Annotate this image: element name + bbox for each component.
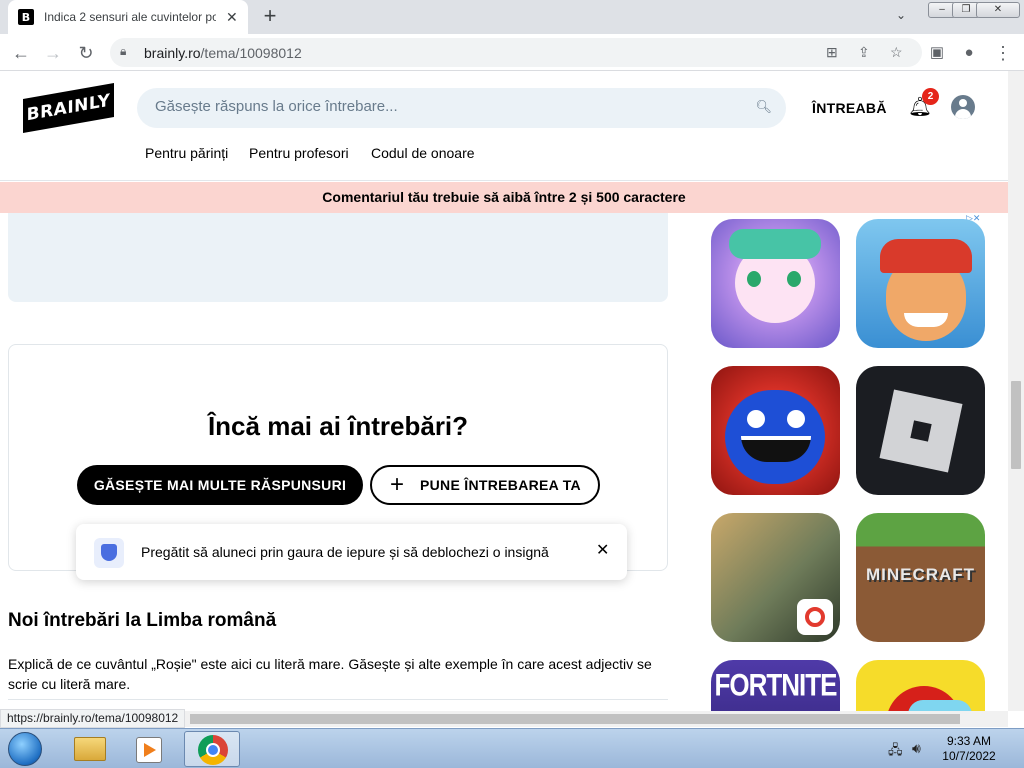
- media-player-icon[interactable]: [122, 731, 178, 767]
- among-us-app-icon[interactable]: [856, 660, 985, 711]
- answer-box-bottom: [8, 213, 668, 302]
- ask-your-question-button[interactable]: + PUNE ÎNTREBAREA TA: [370, 465, 600, 505]
- toast-message: Pregătit să aluneci prin gaura de iepure…: [141, 544, 549, 560]
- site-header: BRAINLY 🔍︎ ÎNTREABĂ 🔔︎ 2 Pentru părinți …: [0, 71, 1008, 181]
- volume-icon[interactable]: 🔊︎: [912, 740, 921, 757]
- chrome-taskbar-icon[interactable]: [184, 731, 240, 767]
- browser-tab[interactable]: B Indica 2 sensuri ale cuvintelor po ✕: [8, 0, 248, 34]
- lock-icon: 🔒︎: [120, 44, 127, 58]
- new-questions-title: Noi întrebări la Limba română: [8, 610, 277, 631]
- new-question-link[interactable]: Explică de ce cuvântul „Roșie" este aici…: [8, 654, 668, 694]
- address-bar[interactable]: 🔒︎ brainly.ro/tema/10098012 ⊞ ⇪ ☆: [110, 38, 922, 67]
- search-input[interactable]: [155, 98, 745, 115]
- poppy-playtime-app-icon[interactable]: [711, 366, 840, 495]
- ask-question-link[interactable]: ÎNTREABĂ: [812, 100, 887, 116]
- subway-surfers-app-icon[interactable]: [856, 219, 985, 348]
- clock-date: 10/7/2022: [942, 749, 996, 763]
- nav-honor-code-link[interactable]: Codul de onoare: [371, 145, 475, 161]
- status-bar-url: https://brainly.ro/tema/10098012: [0, 709, 186, 728]
- more-questions-title: Încă mai ai întrebări?: [207, 411, 469, 441]
- badge-shield-icon: [94, 538, 124, 568]
- main-column: Încă mai ai întrebări? GĂSEȘTE MAI MULTE…: [0, 213, 680, 711]
- tab-search-chevron-icon[interactable]: ⌄: [896, 8, 906, 22]
- menu-kebab-icon[interactable]: ⋮: [990, 40, 1016, 66]
- start-button[interactable]: [4, 731, 48, 767]
- free-fire-app-icon[interactable]: [711, 513, 840, 642]
- notification-count-badge: 2: [922, 88, 939, 105]
- system-clock[interactable]: 9:33 AM 10/7/2022: [938, 734, 1000, 764]
- share-icon[interactable]: ⇪: [858, 44, 870, 61]
- badge-toast: Pregătit să aluneci prin gaura de iepure…: [76, 524, 627, 580]
- fortnite-app-label: FORTNITE: [714, 666, 838, 703]
- bookmark-star-icon[interactable]: ☆: [890, 44, 903, 61]
- user-avatar[interactable]: [951, 95, 975, 119]
- minecraft-app-icon[interactable]: MINECRAFT: [856, 513, 985, 642]
- fortnite-app-icon[interactable]: FORTNITE: [711, 660, 840, 711]
- nav-teachers-link[interactable]: Pentru profesori: [249, 145, 349, 161]
- nav-parents-link[interactable]: Pentru părinți: [145, 145, 228, 161]
- file-explorer-icon[interactable]: [62, 731, 118, 767]
- windows-orb-icon: [8, 732, 42, 766]
- ad-app-grid: ▷✕ MINECRAFT FORTNITE: [700, 213, 1000, 711]
- close-window-button[interactable]: ✕: [976, 2, 1020, 18]
- reload-icon[interactable]: ↻: [73, 40, 99, 66]
- toast-close-icon[interactable]: ✕: [596, 540, 609, 560]
- back-arrow-icon[interactable]: ←: [8, 40, 34, 66]
- tab-close-icon[interactable]: ✕: [226, 9, 238, 26]
- tab-title: Indica 2 sensuri ale cuvintelor po: [44, 10, 216, 24]
- url-text: brainly.ro/tema/10098012: [144, 45, 302, 61]
- translate-icon[interactable]: ⊞: [826, 44, 838, 61]
- browser-tab-strip: B Indica 2 sensuri ale cuvintelor po ✕ +…: [0, 0, 1024, 34]
- forward-arrow-icon[interactable]: →: [40, 40, 66, 66]
- side-panel-icon[interactable]: ▣: [924, 40, 950, 66]
- comment-length-notice: Comentariul tău trebuie să aibă între 2 …: [0, 182, 1008, 213]
- browser-toolbar: ← → ↻ 🔒︎ brainly.ro/tema/10098012 ⊞ ⇪ ☆ …: [0, 34, 1024, 71]
- ask-your-question-label: PUNE ÎNTREBAREA TA: [420, 477, 581, 493]
- roblox-app-icon[interactable]: [856, 366, 985, 495]
- minecraft-app-label: MINECRAFT: [865, 565, 976, 584]
- brainly-favicon-icon: B: [18, 9, 34, 25]
- search-icon[interactable]: 🔍︎: [755, 99, 772, 115]
- network-icon[interactable]: 🖧︎: [888, 741, 903, 763]
- new-tab-button[interactable]: +: [258, 5, 282, 29]
- web-page: BRAINLY 🔍︎ ÎNTREABĂ 🔔︎ 2 Pentru părinți …: [0, 71, 1008, 711]
- clock-time: 9:33 AM: [946, 734, 992, 748]
- brainly-logo[interactable]: BRAINLY: [23, 82, 114, 134]
- find-more-answers-button[interactable]: GĂSEȘTE MAI MULTE RĂSPUNSURI: [77, 465, 363, 505]
- vertical-scrollbar[interactable]: [1008, 71, 1024, 711]
- search-bar[interactable]: 🔍︎: [137, 88, 786, 128]
- divider: [8, 699, 668, 700]
- vertical-scroll-thumb[interactable]: [1011, 381, 1021, 469]
- plus-icon: +: [390, 471, 405, 498]
- profile-icon[interactable]: ●: [956, 40, 982, 66]
- anime-girl-app-icon[interactable]: [711, 219, 840, 348]
- windows-taskbar: 🖧︎ 🔊︎ 9:33 AM 10/7/2022: [0, 728, 1024, 768]
- horizontal-scroll-thumb[interactable]: [190, 714, 960, 724]
